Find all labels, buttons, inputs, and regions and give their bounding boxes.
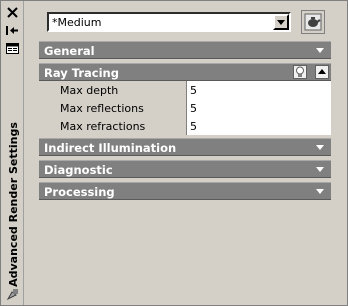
section-general-label: General — [44, 44, 95, 58]
render-preset-value: *Medium — [52, 16, 102, 29]
row-gutter — [39, 99, 57, 117]
section-indirect-label: Indirect Illumination — [44, 141, 177, 155]
ray-tracing-properties: Max depth 5 Max reflections 5 Max refrac… — [39, 81, 331, 135]
teapot-render-icon — [304, 13, 322, 31]
chevron-down-icon[interactable] — [273, 14, 289, 30]
section-processing-label: Processing — [44, 185, 115, 199]
palette-title-text: Advanced Render Settings — [6, 121, 20, 287]
row-gutter — [39, 81, 57, 99]
row-gutter — [39, 117, 57, 135]
property-row-max-refractions[interactable]: Max refractions 5 — [39, 117, 331, 135]
render-preset-combo[interactable]: *Medium — [47, 12, 291, 32]
property-row-max-reflections[interactable]: Max reflections 5 — [39, 99, 331, 117]
section-indirect-illumination[interactable]: Indirect Illumination — [39, 138, 331, 156]
palette-title-strip: Advanced Render Settings — [1, 1, 24, 305]
property-value-input[interactable]: 5 — [187, 81, 331, 99]
palette-title: Advanced Render Settings — [3, 122, 23, 287]
palette-resize-icon[interactable] — [5, 287, 20, 301]
property-value-input[interactable]: 5 — [187, 99, 331, 117]
section-diagnostic-label: Diagnostic — [44, 163, 113, 177]
property-label: Max reflections — [57, 99, 187, 117]
section-diagnostic[interactable]: Diagnostic — [39, 160, 331, 178]
property-label: Max depth — [57, 81, 187, 99]
section-general[interactable]: General — [39, 41, 331, 59]
properties-menu-icon[interactable] — [5, 41, 20, 55]
collapse-button[interactable] — [315, 65, 329, 79]
lightbulb-icon[interactable] — [293, 65, 307, 79]
auto-hide-icon[interactable] — [5, 23, 20, 37]
render-presets-manager-button[interactable] — [301, 10, 325, 34]
chevron-down-icon[interactable] — [316, 167, 324, 172]
chevron-down-icon[interactable] — [316, 145, 324, 150]
chevron-up-icon — [318, 69, 326, 74]
palette-content: *Medium General Ray Tracing Max depth 5 … — [25, 3, 345, 303]
property-value-input[interactable]: 5 — [187, 117, 331, 135]
chevron-down-icon[interactable] — [316, 48, 324, 53]
section-ray-tracing-label: Ray Tracing — [44, 66, 119, 80]
advanced-render-settings-palette: Advanced Render Settings *Medium General… — [0, 0, 348, 306]
property-label: Max refractions — [57, 117, 187, 135]
close-icon[interactable] — [5, 5, 20, 19]
section-ray-tracing[interactable]: Ray Tracing — [39, 63, 331, 81]
property-row-max-depth[interactable]: Max depth 5 — [39, 81, 331, 99]
chevron-down-icon[interactable] — [316, 189, 324, 194]
preset-bar: *Medium — [39, 10, 325, 34]
section-processing[interactable]: Processing — [39, 182, 331, 200]
